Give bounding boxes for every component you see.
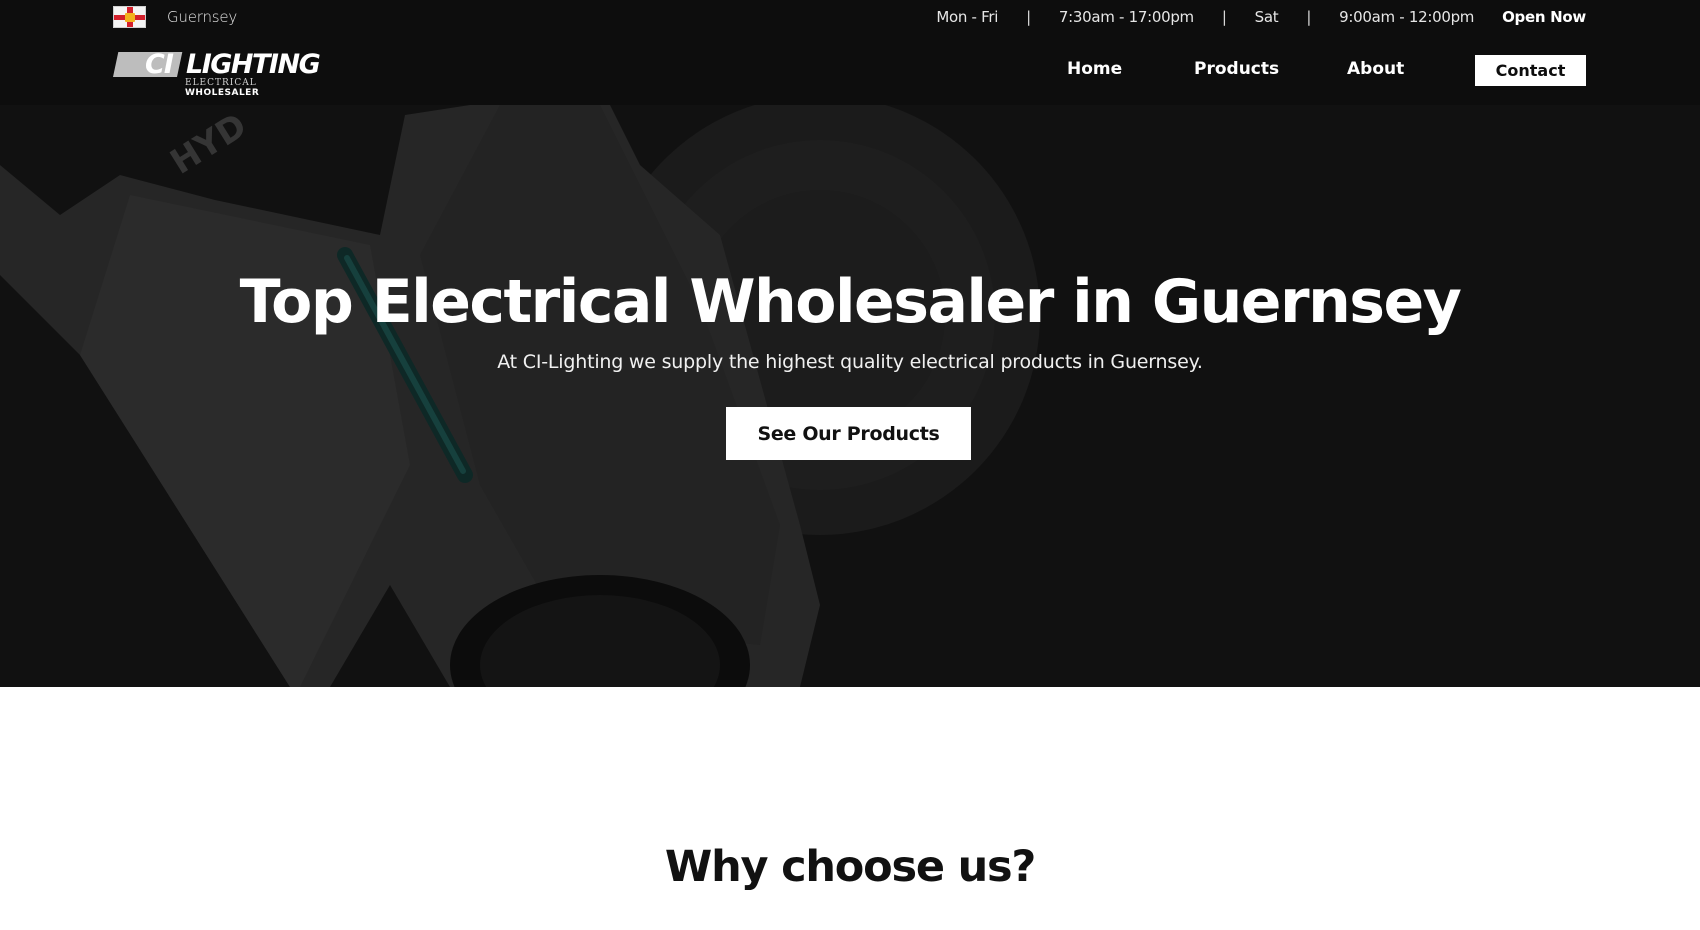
hero-watermark: HYD [164,106,254,183]
guernsey-flag-icon [113,6,146,28]
open-status: Open Now [1502,8,1586,26]
hero-background-image: HYD [0,105,1040,687]
location-label: Guernsey [167,8,238,26]
nav-products[interactable]: Products [1194,59,1279,79]
divider: | [1221,8,1227,26]
logo-tagline-2: WHOLESALER [185,88,260,98]
why-choose-us-heading: Why choose us? [664,842,1037,892]
divider: | [1026,8,1031,26]
contact-button[interactable]: Contact [1475,55,1586,86]
nav-about[interactable]: About [1347,59,1404,79]
site-header: Guernsey Mon - Fri | 7:30am - 17:00pm | … [0,0,1700,105]
divider: | [1306,8,1312,26]
main-nav: Home Products About Contact [0,55,1700,87]
weekday-hours: 7:30am - 17:00pm [1058,8,1194,26]
opening-hours: Mon - Fri | 7:30am - 17:00pm | Sat | 9:0… [936,8,1586,26]
top-info-bar: Guernsey Mon - Fri | 7:30am - 17:00pm | … [113,0,1586,34]
hero-subtitle: At CI-Lighting we supply the highest qua… [497,351,1203,373]
nav-home[interactable]: Home [1067,59,1122,79]
saturday-label: Sat [1254,8,1279,26]
weekday-label: Mon - Fri [936,8,999,26]
location-group: Guernsey [113,6,237,28]
see-products-button[interactable]: See Our Products [726,407,971,460]
hero-banner: HYD Top Electrical Wholesaler in Guernse… [0,105,1700,687]
hero-title: Top Electrical Wholesaler in Guernsey [239,267,1462,337]
saturday-hours: 9:00am - 12:00pm [1339,8,1475,26]
